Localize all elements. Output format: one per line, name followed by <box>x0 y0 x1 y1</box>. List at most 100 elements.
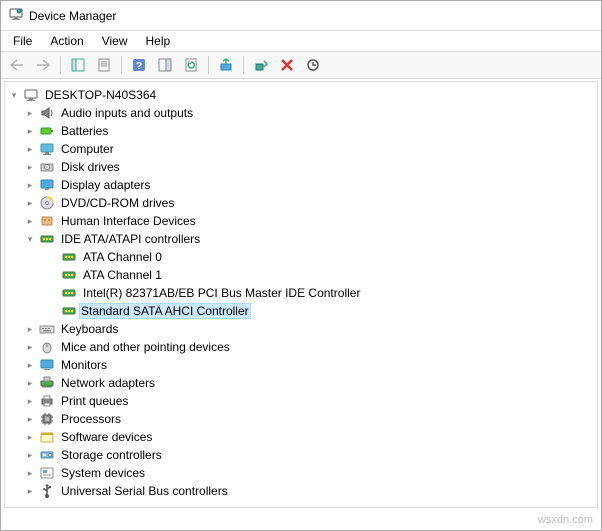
tree-item-label: Mice and other pointing devices <box>59 340 232 354</box>
tree-root[interactable]: ▾ DESKTOP-N40S364 <box>5 86 597 104</box>
tree-item-label: Standard SATA AHCI Controller <box>79 303 251 319</box>
tree-category[interactable]: ▸DVD/CD-ROM drives <box>5 194 597 212</box>
tree-item-label: IDE ATA/ATAPI controllers <box>59 232 202 246</box>
uninstall-device-button[interactable] <box>275 54 299 76</box>
keyboard-icon <box>39 321 55 337</box>
expander-icon[interactable]: ▸ <box>23 484 37 498</box>
tree-category[interactable]: ▸ Universal Serial Bus controllers <box>5 482 597 500</box>
audio-icon <box>39 105 55 121</box>
tree-category[interactable]: ▸ Print queues <box>5 392 597 410</box>
tree-item-label: Computer <box>59 142 116 156</box>
enable-device-button[interactable] <box>249 54 273 76</box>
ide-icon <box>39 231 55 247</box>
tree-category[interactable]: ▸ Disk drives <box>5 158 597 176</box>
titlebar: Device Manager <box>1 1 601 31</box>
mouse-icon <box>39 339 55 355</box>
menu-file[interactable]: File <box>5 32 40 50</box>
tree-item-label: Batteries <box>59 124 110 138</box>
disk-icon <box>39 159 55 175</box>
tree-category[interactable]: ▸ Software devices <box>5 428 597 446</box>
expander-icon[interactable]: ▸ <box>23 412 37 426</box>
expander-icon[interactable]: ▸ <box>23 358 37 372</box>
ide-icon <box>61 249 77 265</box>
expander-icon[interactable]: ▸ <box>23 160 37 174</box>
display-icon <box>39 177 55 193</box>
printer-icon <box>39 393 55 409</box>
expander-icon[interactable]: ▸ <box>23 196 37 210</box>
tree-category[interactable]: ▸Network adapters <box>5 374 597 392</box>
tree-item-label: Universal Serial Bus controllers <box>59 484 230 498</box>
battery-icon <box>39 123 55 139</box>
tree-item-label: ATA Channel 0 <box>81 250 164 264</box>
tree-item-label: Keyboards <box>59 322 120 336</box>
window-title: Device Manager <box>29 9 116 23</box>
tree-category[interactable]: ▸ Display adapters <box>5 176 597 194</box>
ide-icon <box>61 285 77 301</box>
expander-icon[interactable]: ▸ <box>23 340 37 354</box>
refresh-button[interactable] <box>179 54 203 76</box>
expander-icon[interactable]: ▸ <box>23 142 37 156</box>
device-tree: ▾ DESKTOP-N40S364 ▸Audio inputs and output… <box>5 82 597 504</box>
system-icon <box>39 465 55 481</box>
tree-category[interactable]: ▸ Computer <box>5 140 597 158</box>
device-tree-panel[interactable]: ▾ DESKTOP-N40S364 ▸Audio inputs and output… <box>4 81 598 508</box>
tree-item-label: Monitors <box>59 358 109 372</box>
watermark: wsxdn.com <box>538 514 593 526</box>
expander-icon[interactable]: ▾ <box>23 232 37 246</box>
nav-back-button <box>5 54 29 76</box>
menu-view[interactable]: View <box>94 32 136 50</box>
tree-category[interactable]: ▸Storage controllers <box>5 446 597 464</box>
ide-icon <box>61 267 77 283</box>
ide-icon <box>61 303 77 319</box>
menubar: File Action View Help <box>1 31 601 51</box>
expander-icon[interactable]: ▸ <box>23 430 37 444</box>
menu-help[interactable]: Help <box>138 32 179 50</box>
menu-action[interactable]: Action <box>42 32 91 50</box>
tree-category[interactable]: ▸Audio inputs and outputs <box>5 104 597 122</box>
expander-icon[interactable]: ▸ <box>23 322 37 336</box>
expander-icon[interactable]: ▸ <box>23 394 37 408</box>
tree-item-label: System devices <box>59 466 147 480</box>
tree-category[interactable]: ▸ Keyboards <box>5 320 597 338</box>
tree-device[interactable]: Standard SATA AHCI Controller <box>5 302 597 320</box>
expander-icon[interactable]: ▸ <box>23 106 37 120</box>
update-driver-button[interactable] <box>214 54 238 76</box>
tree-item-label: Software devices <box>59 430 154 444</box>
expander-icon[interactable]: ▸ <box>23 466 37 480</box>
show-hide-tree-button[interactable] <box>66 54 90 76</box>
tree-category[interactable]: ▸ Batteries <box>5 122 597 140</box>
action-pane-button[interactable] <box>153 54 177 76</box>
tree-category[interactable]: ▾ IDE ATA/ATAPI controllers <box>5 230 597 248</box>
tree-item-label: Print queues <box>59 394 130 408</box>
storage-icon <box>39 447 55 463</box>
network-icon <box>39 375 55 391</box>
tree-item-label: DESKTOP-N40S364 <box>43 88 158 102</box>
tree-category[interactable]: ▸Human Interface Devices <box>5 212 597 230</box>
expander-icon[interactable]: ▸ <box>23 448 37 462</box>
tree-device[interactable]: Intel(R) 82371AB/EB PCI Bus Master IDE C… <box>5 284 597 302</box>
tree-item-label: Disk drives <box>59 160 122 174</box>
properties-button[interactable] <box>92 54 116 76</box>
app-icon <box>9 7 23 24</box>
monitor-icon <box>39 357 55 373</box>
tree-category[interactable]: ▸Processors <box>5 410 597 428</box>
expander-icon[interactable]: ▸ <box>23 376 37 390</box>
tree-item-label: Display adapters <box>59 178 152 192</box>
computer-icon <box>39 141 55 157</box>
scan-hardware-button[interactable] <box>301 54 325 76</box>
tree-category[interactable]: ▸ System devices <box>5 464 597 482</box>
expander-icon[interactable]: ▾ <box>7 88 21 102</box>
tree-category[interactable]: ▸ Mice and other pointing devices <box>5 338 597 356</box>
tree-category[interactable]: ▸ Monitors <box>5 356 597 374</box>
expander-icon[interactable]: ▸ <box>23 214 37 228</box>
tree-device[interactable]: ATA Channel 0 <box>5 248 597 266</box>
tree-item-label: ATA Channel 1 <box>81 268 164 282</box>
tree-device[interactable]: ATA Channel 1 <box>5 266 597 284</box>
software-icon <box>39 429 55 445</box>
help-button[interactable]: ? <box>127 54 151 76</box>
hid-icon <box>39 213 55 229</box>
expander-icon[interactable]: ▸ <box>23 124 37 138</box>
expander-icon[interactable]: ▸ <box>23 178 37 192</box>
usb-icon <box>39 483 55 499</box>
toolbar: ? <box>1 51 601 79</box>
